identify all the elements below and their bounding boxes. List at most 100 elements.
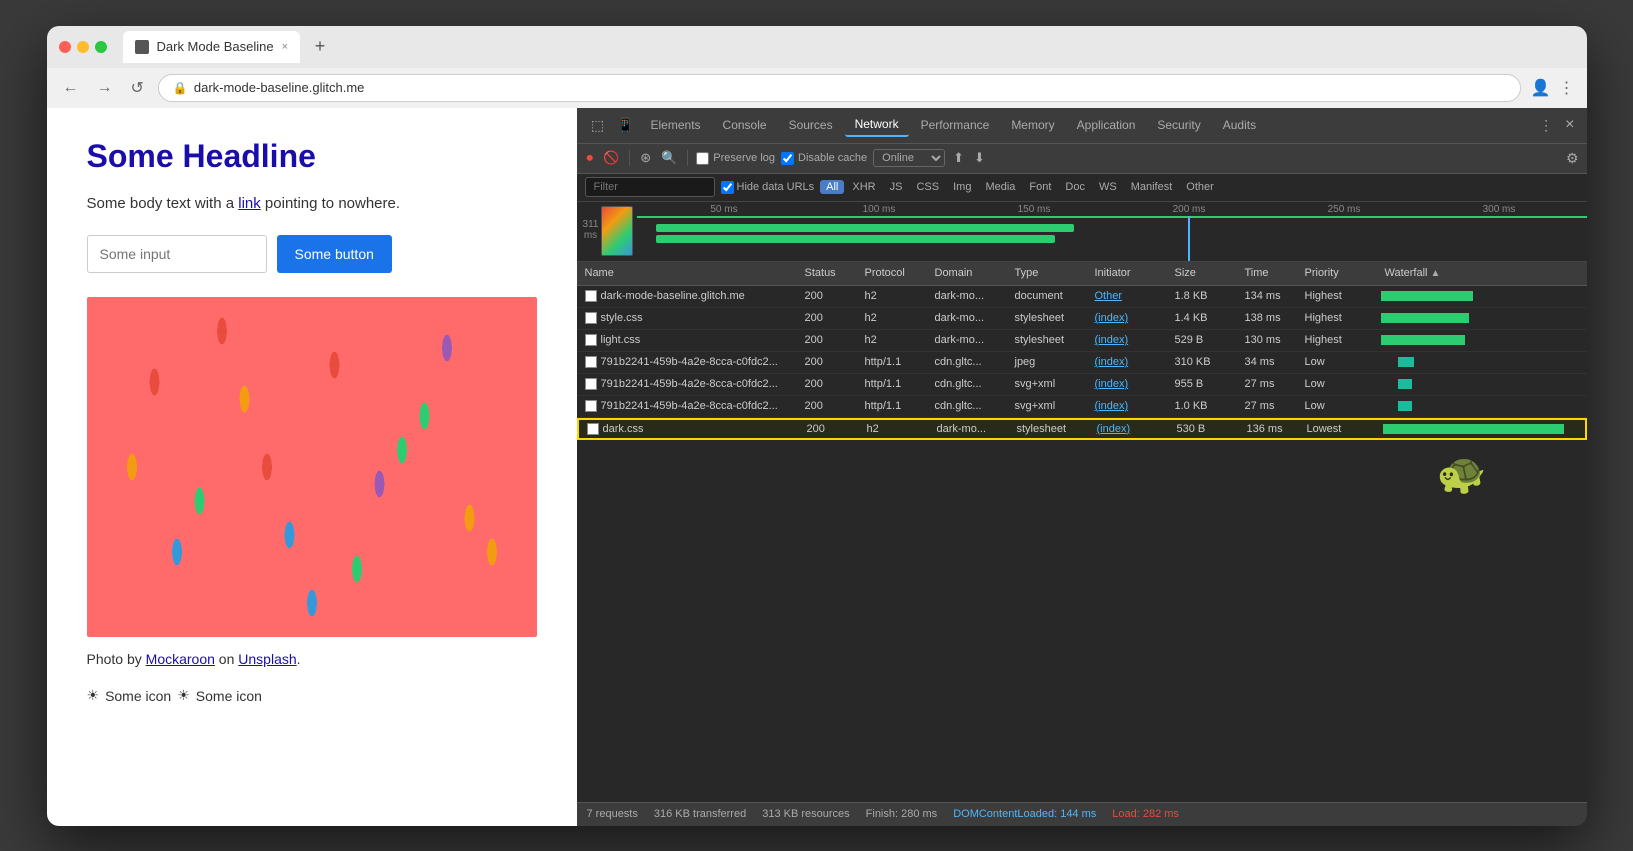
close-button[interactable] <box>59 41 71 53</box>
filter-xhr-button[interactable]: XHR <box>846 180 881 194</box>
body-link[interactable]: link <box>238 195 261 212</box>
photo-credit-middle: on <box>215 651 238 667</box>
tab-security[interactable]: Security <box>1147 114 1210 136</box>
table-row[interactable]: light.css 200 h2 dark-mo... stylesheet (… <box>577 330 1587 352</box>
device-toolbar-button[interactable]: 📱 <box>613 112 639 138</box>
forward-button[interactable]: → <box>93 77 117 99</box>
row-2-initiator[interactable]: (index) <box>1087 312 1167 324</box>
timeline-dom-content-loaded-marker <box>1188 216 1190 261</box>
row-1-size: 1.8 KB <box>1167 290 1237 302</box>
minimize-button[interactable] <box>77 41 89 53</box>
row-5-initiator[interactable]: (index) <box>1087 378 1167 390</box>
tab-sources[interactable]: Sources <box>779 114 843 136</box>
status-load[interactable]: Load: 282 ms <box>1112 808 1179 820</box>
new-tab-button[interactable]: + <box>308 35 332 59</box>
filter-doc-button[interactable]: Doc <box>1059 180 1091 194</box>
record-button[interactable]: ⏺ <box>585 148 596 168</box>
page-button[interactable]: Some button <box>277 235 392 273</box>
timeline-baseline-line <box>637 216 1587 218</box>
column-header-protocol[interactable]: Protocol <box>857 267 927 279</box>
row-7-initiator[interactable]: (index) <box>1089 423 1169 435</box>
column-header-priority[interactable]: Priority <box>1297 267 1377 279</box>
filter-ws-button[interactable]: WS <box>1093 180 1123 194</box>
row-4-protocol: http/1.1 <box>857 356 927 368</box>
row-3-initiator[interactable]: (index) <box>1087 334 1167 346</box>
row-3-time: 130 ms <box>1237 334 1297 346</box>
status-dom-content-loaded[interactable]: DOMContentLoaded: 144 ms <box>953 808 1096 820</box>
column-header-status[interactable]: Status <box>797 267 857 279</box>
filter-img-button[interactable]: Img <box>947 180 977 194</box>
row-4-icon <box>585 356 597 368</box>
refresh-button[interactable]: ↺ <box>127 76 148 100</box>
row-7-waterfall-bar <box>1383 424 1564 434</box>
tab-audits[interactable]: Audits <box>1213 114 1266 136</box>
upload-icon[interactable]: ⬆ <box>951 148 966 168</box>
column-header-type[interactable]: Type <box>1007 267 1087 279</box>
filter-input[interactable] <box>585 177 715 197</box>
back-button[interactable]: ← <box>59 77 83 99</box>
disable-cache-label[interactable]: Disable cache <box>781 152 867 165</box>
maximize-button[interactable] <box>95 41 107 53</box>
preserve-log-checkbox[interactable] <box>696 152 709 165</box>
menu-icon[interactable]: ⋮ <box>1559 78 1575 98</box>
table-row[interactable]: 791b2241-459b-4a2e-8cca-c0fdc2... 200 ht… <box>577 396 1587 418</box>
timeline-label-150ms: 150 ms <box>957 204 1112 215</box>
column-header-size[interactable]: Size <box>1167 267 1237 279</box>
throttle-select[interactable]: Online Fast 3G Slow 3G Offline <box>873 149 945 167</box>
profile-icon[interactable]: 👤 <box>1531 78 1551 98</box>
row-1-waterfall <box>1377 286 1587 307</box>
browser-tab[interactable]: Dark Mode Baseline × <box>123 31 301 63</box>
filter-js-button[interactable]: JS <box>884 180 909 194</box>
page-input[interactable] <box>87 235 267 273</box>
tab-close-button[interactable]: × <box>282 41 288 53</box>
filter-all-button[interactable]: All <box>820 180 844 194</box>
column-header-waterfall[interactable]: Waterfall ▲ <box>1377 267 1587 279</box>
filter-css-button[interactable]: CSS <box>910 180 945 194</box>
clear-button[interactable]: 🚫 <box>601 148 621 168</box>
row-1-initiator[interactable]: Other <box>1087 290 1167 302</box>
filter-button[interactable]: ⊛ <box>638 148 653 168</box>
tab-console[interactable]: Console <box>713 114 777 136</box>
table-row[interactable]: 791b2241-459b-4a2e-8cca-c0fdc2... 200 ht… <box>577 352 1587 374</box>
photo-credit: Photo by Mockaroon on Unsplash. <box>87 651 537 667</box>
tab-performance[interactable]: Performance <box>911 114 1000 136</box>
table-row[interactable]: style.css 200 h2 dark-mo... stylesheet (… <box>577 308 1587 330</box>
filter-font-button[interactable]: Font <box>1023 180 1057 194</box>
column-header-name[interactable]: Name <box>577 267 797 279</box>
tab-application[interactable]: Application <box>1067 114 1146 136</box>
page-body-text: Some body text with a link pointing to n… <box>87 193 537 216</box>
column-header-time[interactable]: Time <box>1237 267 1297 279</box>
inspect-element-button[interactable]: ⬚ <box>585 112 611 138</box>
network-settings-button[interactable]: ⚙ <box>1566 150 1579 167</box>
filter-manifest-button[interactable]: Manifest <box>1125 180 1179 194</box>
row-6-initiator[interactable]: (index) <box>1087 400 1167 412</box>
disable-cache-checkbox[interactable] <box>781 152 794 165</box>
photo-credit-author[interactable]: Mockaroon <box>146 651 215 667</box>
row-6-status: 200 <box>797 400 857 412</box>
table-row[interactable]: dark-mode-baseline.glitch.me 200 h2 dark… <box>577 286 1587 308</box>
row-5-status: 200 <box>797 378 857 390</box>
devtools-more-button[interactable]: ⋮ <box>1533 112 1559 138</box>
filter-media-button[interactable]: Media <box>979 180 1021 194</box>
hide-data-urls-checkbox[interactable] <box>721 181 734 194</box>
tab-network[interactable]: Network <box>845 113 909 137</box>
devtools-close-button[interactable]: × <box>1561 116 1578 134</box>
network-table[interactable]: Name Status Protocol Domain Type Initiat… <box>577 262 1587 802</box>
column-header-initiator[interactable]: Initiator <box>1087 267 1167 279</box>
row-7-protocol: h2 <box>859 423 929 435</box>
row-2-type: stylesheet <box>1007 312 1087 324</box>
tab-elements[interactable]: Elements <box>641 114 711 136</box>
hide-data-urls-label[interactable]: Hide data URLs <box>721 181 815 194</box>
row-4-initiator[interactable]: (index) <box>1087 356 1167 368</box>
table-row[interactable]: 791b2241-459b-4a2e-8cca-c0fdc2... 200 ht… <box>577 374 1587 396</box>
filter-other-button[interactable]: Other <box>1180 180 1220 194</box>
tab-memory[interactable]: Memory <box>1001 114 1064 136</box>
table-row-highlighted[interactable]: dark.css 200 h2 dark-mo... stylesheet (i… <box>577 418 1587 440</box>
address-input[interactable]: 🔒 dark-mode-baseline.glitch.me <box>158 74 1521 102</box>
photo-credit-site[interactable]: Unsplash <box>238 651 296 667</box>
column-header-domain[interactable]: Domain <box>927 267 1007 279</box>
search-button[interactable]: 🔍 <box>659 148 679 168</box>
row-3-icon <box>585 334 597 346</box>
preserve-log-label[interactable]: Preserve log <box>696 152 775 165</box>
download-icon[interactable]: ⬇ <box>972 148 987 168</box>
